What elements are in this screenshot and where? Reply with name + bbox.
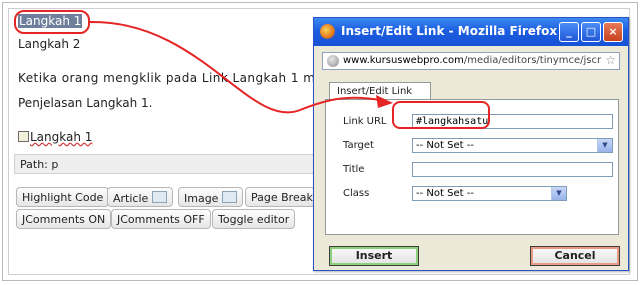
annotation-arrow (89, 20, 393, 114)
